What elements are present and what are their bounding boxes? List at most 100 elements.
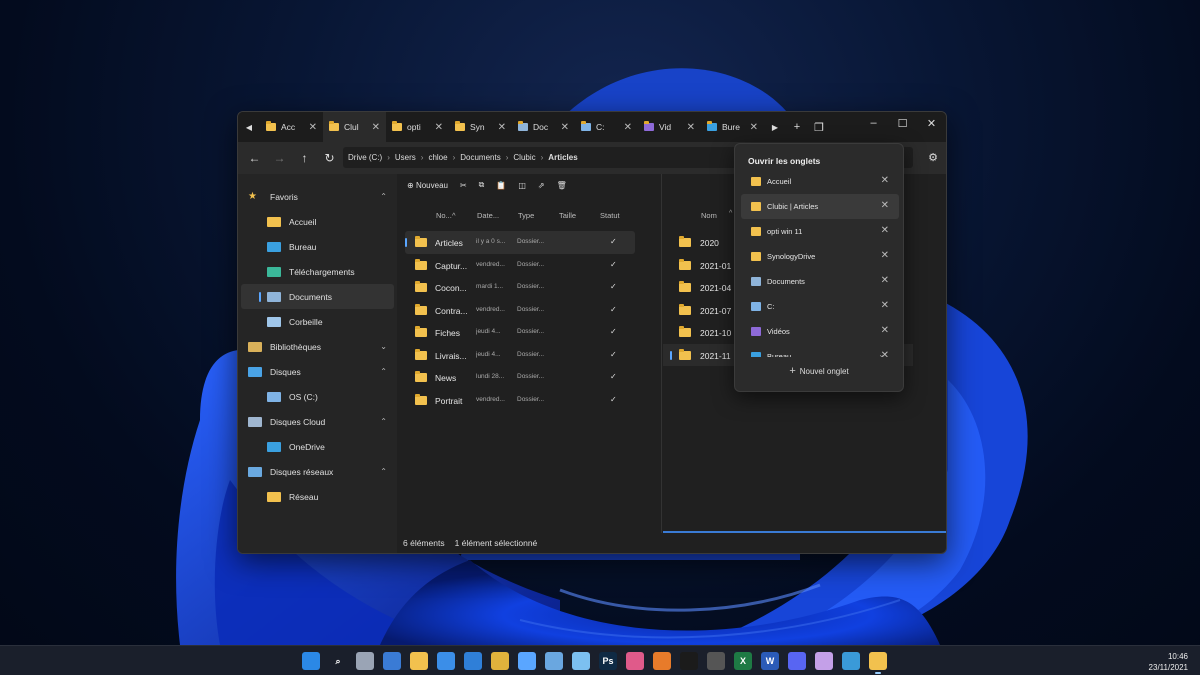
sidebar-item-bureau[interactable]: Bureau [238,234,397,259]
image-viewer-icon[interactable] [842,652,860,670]
close-tab-icon[interactable]: ✕ [881,275,889,286]
column-status[interactable]: Statut [600,211,620,220]
copy-icon[interactable]: ⧉ [479,180,485,190]
tab-list-icon[interactable]: ❐ [808,121,830,134]
tab-scroll-right-icon[interactable]: ▶ [764,112,786,142]
search-icon[interactable]: ⌕ [329,652,347,670]
notepad-icon[interactable] [545,652,563,670]
start-icon[interactable] [302,652,320,670]
store-icon[interactable] [437,652,455,670]
sidebar-item-accueil[interactable]: Accueil [238,209,397,234]
open-tab-item[interactable]: SynologyDrive ✕ [741,244,899,269]
breadcrumb-segment[interactable]: Clubic [513,153,535,162]
new-button[interactable]: ⊕ Nouveau [407,181,448,190]
tab-syn[interactable]: Syn ✕ [449,112,512,142]
tab-opti[interactable]: opti ✕ [386,112,449,142]
breadcrumb-segment[interactable]: Articles [548,153,577,162]
excel-icon[interactable]: X [734,652,752,670]
breadcrumb-segment[interactable]: Documents [460,153,500,162]
sidebar-item-os-c-[interactable]: OS (C:) [238,384,397,409]
chevron-up-icon[interactable]: ⌃ [380,367,387,376]
chevron-up-icon[interactable]: ⌃ [380,417,387,426]
tab-acc[interactable]: Acc ✕ [260,112,323,142]
chevron-up-icon[interactable]: ⌃ [380,192,387,201]
sidebar-item-disques[interactable]: Disques ⌃ [238,359,397,384]
cut-icon[interactable]: ✂ [460,181,467,190]
settings-gear-icon[interactable]: ⚙ [928,151,938,164]
open-tab-item[interactable]: Bureau ✕ [741,344,899,357]
table-row[interactable]: Livrais... jeudi 4... Dossier... ✓ [398,344,662,367]
photos-icon[interactable] [572,652,590,670]
close-tab-icon[interactable]: ✕ [881,175,889,186]
terminal-icon[interactable] [680,652,698,670]
table-row[interactable]: Contra... vendred... Dossier... ✓ [398,299,662,322]
table-row[interactable]: News lundi 28... Dossier... ✓ [398,366,662,389]
maximize-icon[interactable]: ☐ [888,112,917,134]
breadcrumb-segment[interactable]: Drive (C:) [348,153,382,162]
system-clock[interactable]: 10:46 23/11/2021 [1149,651,1188,673]
open-tab-item[interactable]: Documents ✕ [741,269,899,294]
breadcrumb-segment[interactable]: Users [395,153,416,162]
close-tab-icon[interactable]: ✕ [372,122,380,133]
chevron-down-icon[interactable]: ⌄ [380,342,387,351]
sidebar-item-disques-r-seaux[interactable]: Disques réseaux ⌃ [238,459,397,484]
rename-icon[interactable]: ◫ [518,181,526,190]
sidebar-item-documents[interactable]: Documents [241,284,394,309]
close-tab-icon[interactable]: ✕ [881,225,889,236]
tab-doc[interactable]: Doc ✕ [512,112,575,142]
column-type[interactable]: Type [518,211,534,220]
sidebar-item-corbeille[interactable]: Corbeille [238,309,397,334]
table-row[interactable]: Captur... vendred... Dossier... ✓ [398,254,662,277]
explorer-plus-icon[interactable] [869,652,887,674]
new-tab-icon[interactable]: + [786,121,808,133]
calculator-icon[interactable] [707,652,725,670]
delete-icon[interactable]: 🗑 [557,181,567,190]
tab-vid[interactable]: Vid ✕ [638,112,701,142]
tab-scroll-left-icon[interactable]: ◀ [238,112,260,142]
close-tab-icon[interactable]: ✕ [498,122,506,133]
close-tab-icon[interactable]: ✕ [309,122,317,133]
remote-desktop-icon[interactable] [518,652,536,670]
close-window-icon[interactable]: ✕ [917,112,946,134]
photoshop-icon[interactable]: Ps [599,652,617,670]
tab-bure[interactable]: Bure ✕ [701,112,764,142]
column-size[interactable]: Taille [559,211,576,220]
open-tab-item[interactable]: opti win 11 ✕ [741,219,899,244]
sidebar-item-disques-cloud[interactable]: Disques Cloud ⌃ [238,409,397,434]
tab-clul[interactable]: Clul ✕ [323,112,386,142]
file-explorer-icon[interactable] [410,652,428,670]
firefox-icon[interactable] [653,652,671,670]
sidebar-item-t-l-chargements[interactable]: Téléchargements [238,259,397,284]
open-tab-item[interactable]: Clubic | Articles ✕ [741,194,899,219]
sidebar-item-r-seau[interactable]: Réseau [238,484,397,509]
paste-icon[interactable]: 📋 [496,181,506,190]
column-name[interactable]: No... [436,211,452,220]
chrome-icon[interactable] [491,652,509,670]
task-view-icon[interactable] [356,652,374,670]
chevron-down-icon[interactable]: ⌄ [878,350,885,359]
column-date[interactable]: Date... [477,211,499,220]
discord-icon[interactable] [788,652,806,670]
close-tab-icon[interactable]: ✕ [435,122,443,133]
minimize-icon[interactable]: – [859,112,888,134]
table-row[interactable]: Articles il y a 0 s... Dossier... ✓ [405,231,635,254]
close-tab-icon[interactable]: ✕ [881,325,889,336]
up-icon[interactable]: ↑ [292,151,317,165]
widgets-icon[interactable] [383,652,401,670]
mail-icon[interactable] [464,652,482,670]
table-row[interactable]: Cocon... mardi 1... Dossier... ✓ [398,276,662,299]
close-tab-icon[interactable]: ✕ [881,250,889,261]
new-tab-button[interactable]: + Nouvel onglet [735,365,903,377]
share-icon[interactable]: ⇗ [538,181,545,190]
close-tab-icon[interactable]: ✕ [687,122,695,133]
sidebar-item-onedrive[interactable]: OneDrive [238,434,397,459]
snipping-icon[interactable] [815,652,833,670]
close-tab-icon[interactable]: ✕ [561,122,569,133]
close-tab-icon[interactable]: ✕ [881,300,889,311]
close-tab-icon[interactable]: ✕ [881,200,889,211]
close-tab-icon[interactable]: ✕ [750,122,758,133]
tab-c[interactable]: C: ✕ [575,112,638,142]
sidebar-item-favoris[interactable]: ★ Favoris ⌃ [238,184,397,209]
open-tab-item[interactable]: C: ✕ [741,294,899,319]
column-name[interactable]: Nom [701,211,717,220]
